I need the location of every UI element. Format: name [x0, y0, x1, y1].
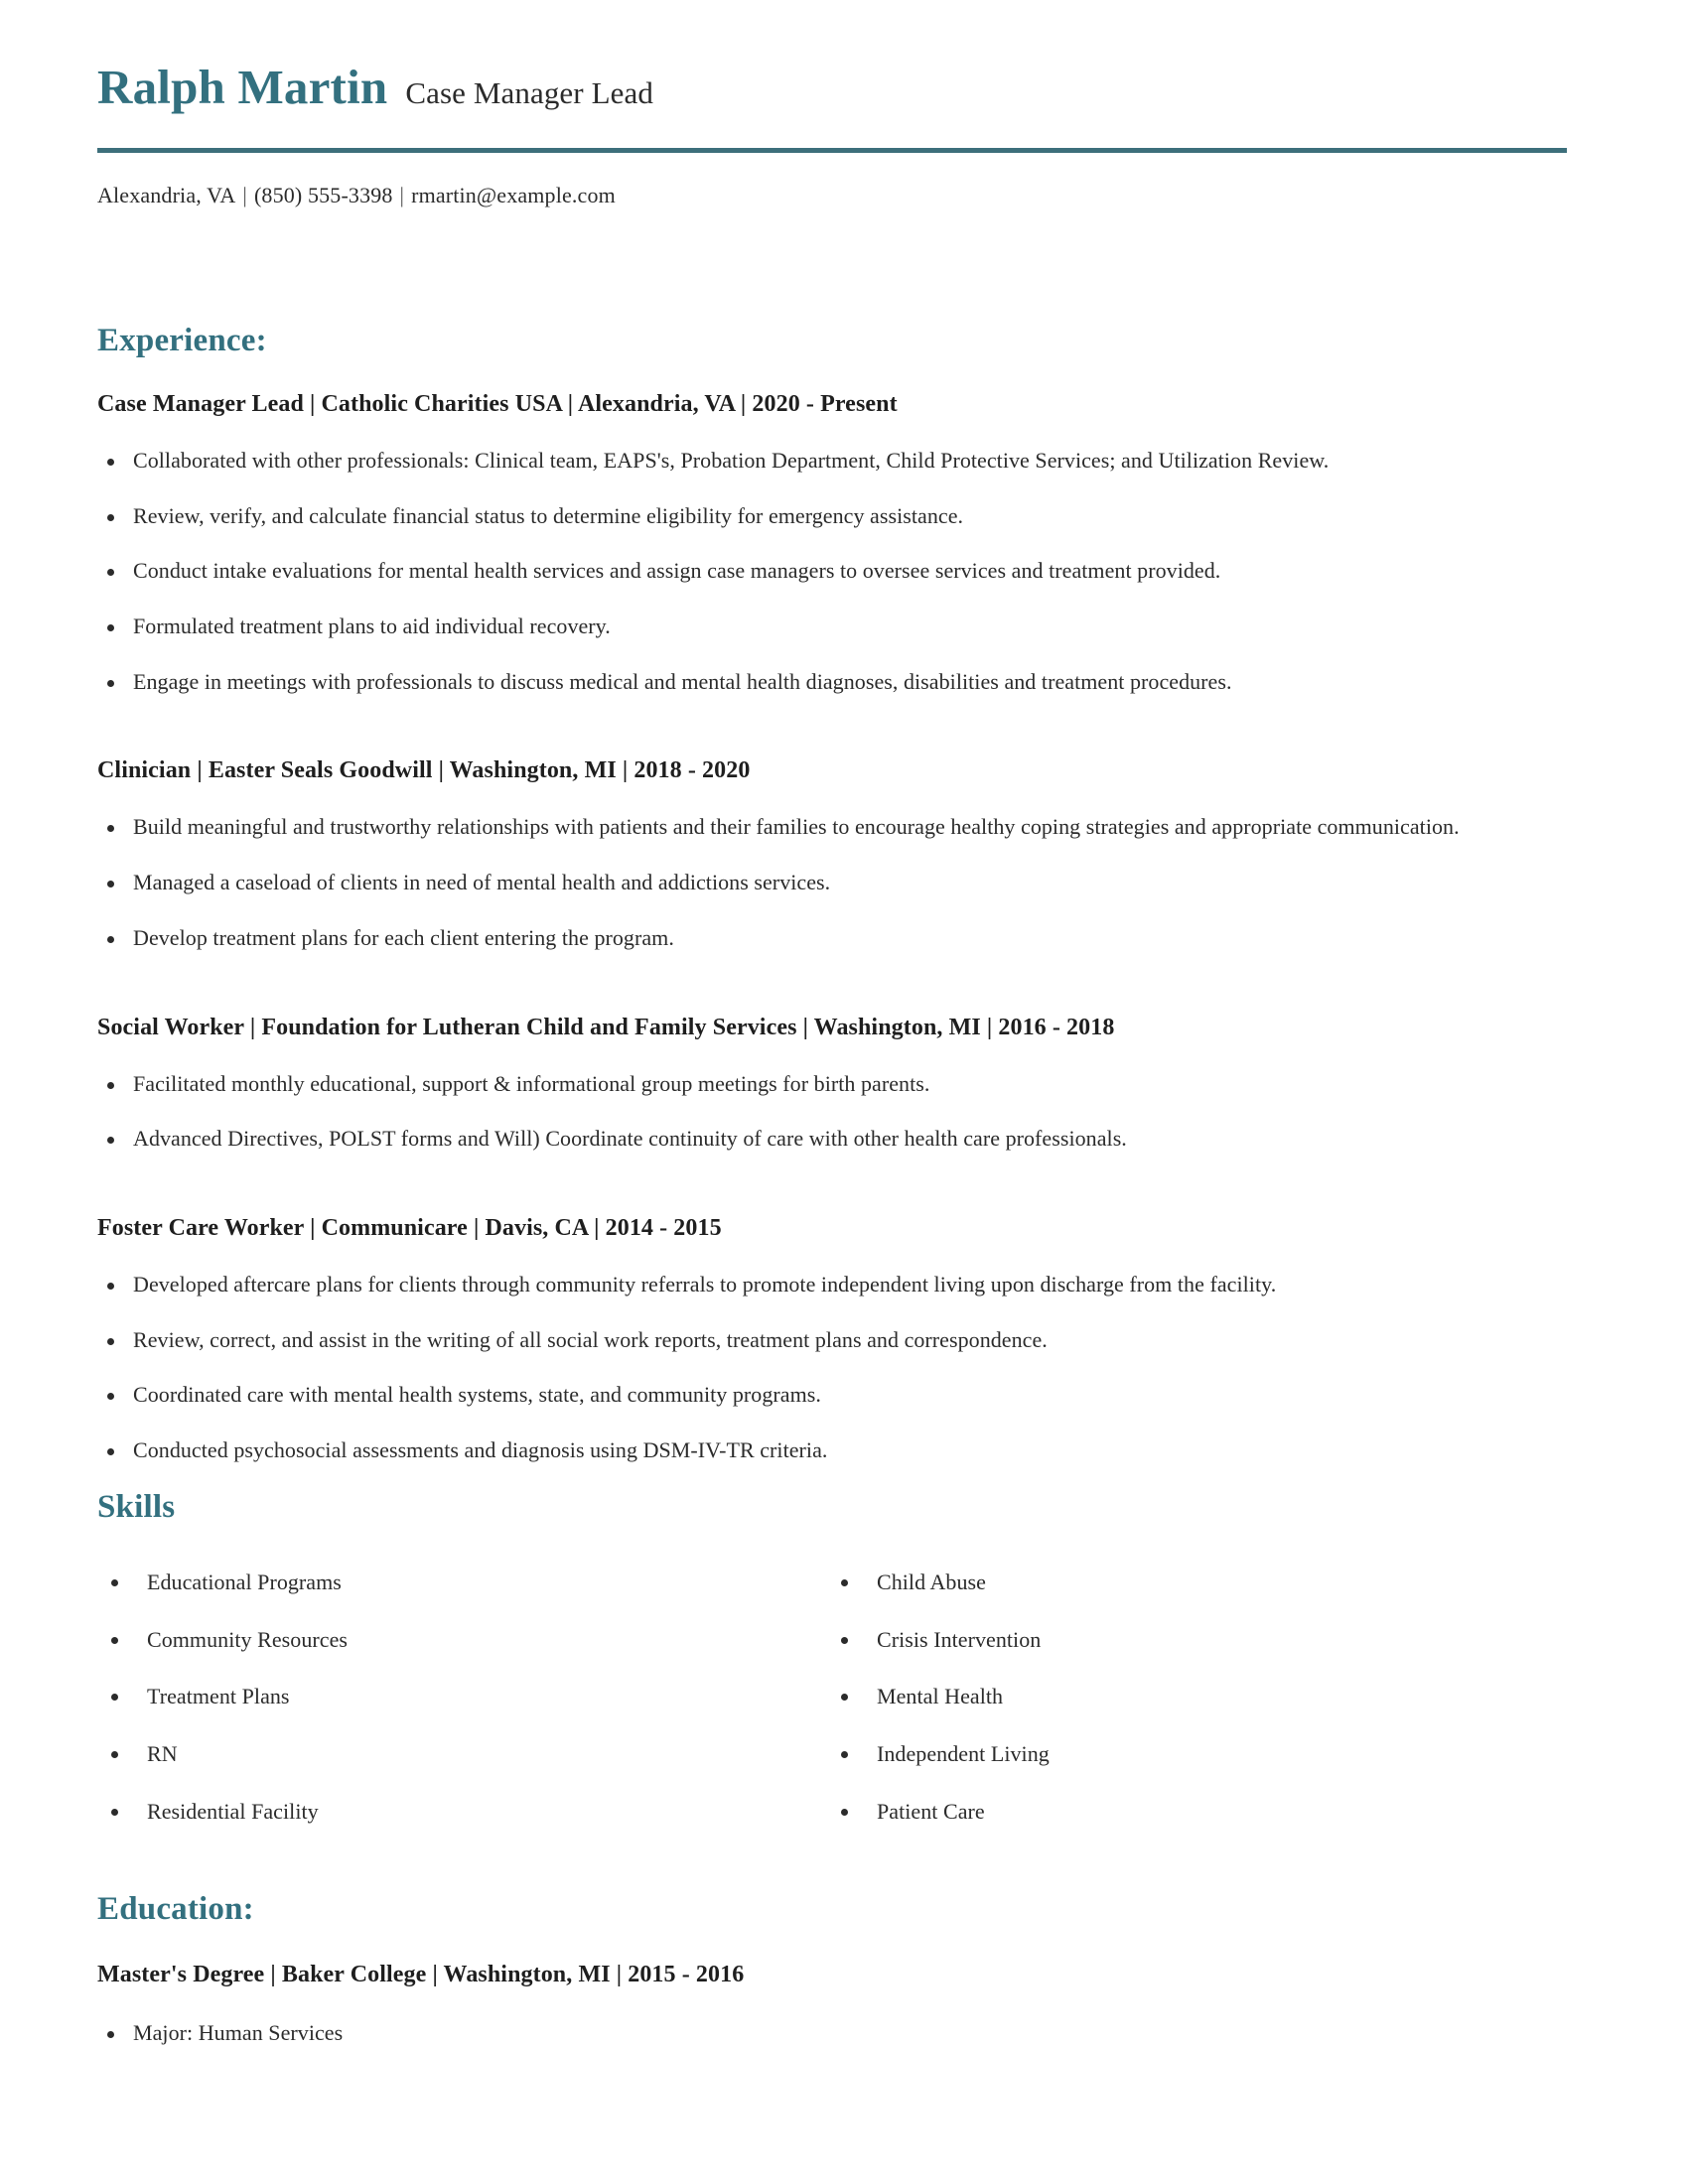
list-item: Major: Human Services: [97, 2018, 1587, 2048]
list-item: Child Abuse: [827, 1568, 1557, 1597]
header-divider: [97, 148, 1567, 154]
experience-entry: Social Worker | Foundation for Lutheran …: [97, 1015, 1587, 1154]
full-name: Ralph Martin: [97, 60, 388, 114]
list-item: Review, correct, and assist in the writi…: [97, 1325, 1587, 1355]
resume-page: Ralph Martin Case Manager Lead Alexandri…: [0, 0, 1688, 2184]
experience-entry-heading: Social Worker | Foundation for Lutheran …: [97, 1014, 1115, 1040]
education-section-title: Education:: [97, 1891, 254, 1927]
skills-column-right: Child Abuse Crisis Intervention Mental H…: [827, 1568, 1557, 1853]
list-item: RN: [97, 1739, 827, 1769]
list-item: Formulated treatment plans to aid indivi…: [97, 612, 1587, 641]
list-item: Residential Facility: [97, 1797, 827, 1827]
experience-entry-heading: Case Manager Lead | Catholic Charities U…: [97, 391, 898, 417]
list-item: Collaborated with other professionals: C…: [97, 446, 1587, 476]
education-entry-heading: Master's Degree | Baker College | Washin…: [97, 1962, 745, 1987]
skills-column-left: Educational Programs Community Resources…: [97, 1568, 827, 1853]
list-item: Conduct intake evaluations for mental he…: [97, 556, 1587, 586]
skills-section-title: Skills: [97, 1489, 176, 1525]
experience-entry: Clinician | Easter Seals Goodwill | Wash…: [97, 757, 1587, 952]
contact-separator-1: |: [242, 183, 247, 208]
list-item: Advanced Directives, POLST forms and Wil…: [97, 1124, 1587, 1154]
list-item: Facilitated monthly educational, support…: [97, 1069, 1587, 1099]
contact-email: rmartin@example.com: [411, 183, 616, 208]
experience-entry-heading: Clinician | Easter Seals Goodwill | Wash…: [97, 757, 751, 784]
job-title: Case Manager Lead: [405, 75, 653, 110]
skills-list-right: Child Abuse Crisis Intervention Mental H…: [827, 1568, 1557, 1826]
skills-grid: Educational Programs Community Resources…: [97, 1568, 1587, 1853]
list-item: Conducted psychosocial assessments and d…: [97, 1435, 1587, 1465]
skills-section: Skills Educational Programs Community Re…: [97, 1489, 1587, 1853]
contact-separator-2: |: [399, 183, 405, 208]
skills-list-left: Educational Programs Community Resources…: [97, 1568, 827, 1826]
list-item: Patient Care: [827, 1797, 1557, 1827]
experience-entry-bullets: Developed aftercare plans for clients th…: [97, 1270, 1587, 1465]
contact-line: Alexandria, VA | (850) 555-3398 | rmartin@ex…: [97, 183, 1591, 208]
list-item: Mental Health: [827, 1682, 1557, 1711]
experience-entry-heading: Foster Care Worker | Communicare | Davis…: [97, 1214, 722, 1241]
list-item: Independent Living: [827, 1739, 1557, 1769]
contact-phone: (850) 555-3398: [253, 183, 393, 208]
experience-entry: Case Manager Lead | Catholic Charities U…: [97, 391, 1587, 696]
experience-section: Experience: Case Manager Lead | Catholic…: [97, 323, 1587, 1491]
list-item: Review, verify, and calculate financial …: [97, 501, 1587, 531]
name-row: Ralph Martin Case Manager Lead: [97, 60, 1591, 114]
list-item: Managed a caseload of clients in need of…: [97, 868, 1587, 897]
list-item: Community Resources: [97, 1625, 827, 1655]
experience-entry-bullets: Facilitated monthly educational, support…: [97, 1069, 1587, 1154]
education-entry-bullets: Major: Human Services: [97, 2018, 1587, 2048]
experience-entry: Foster Care Worker | Communicare | Davis…: [97, 1215, 1587, 1465]
resume-header: Ralph Martin Case Manager Lead Alexandri…: [97, 0, 1591, 208]
contact-location: Alexandria, VA: [97, 183, 236, 208]
list-item: Build meaningful and trustworthy relatio…: [97, 812, 1587, 842]
experience-entry-bullets: Build meaningful and trustworthy relatio…: [97, 812, 1587, 952]
list-item: Engage in meetings with professionals to…: [97, 667, 1587, 697]
list-item: Developed aftercare plans for clients th…: [97, 1270, 1587, 1299]
list-item: Treatment Plans: [97, 1682, 827, 1711]
experience-entry-bullets: Collaborated with other professionals: C…: [97, 446, 1587, 696]
list-item: Coordinated care with mental health syst…: [97, 1380, 1587, 1410]
list-item: Develop treatment plans for each client …: [97, 923, 1587, 953]
education-section: Education: Master's Degree | Baker Colle…: [97, 1891, 1587, 2048]
experience-section-title: Experience:: [97, 323, 267, 358]
list-item: Crisis Intervention: [827, 1625, 1557, 1655]
list-item: Educational Programs: [97, 1568, 827, 1597]
